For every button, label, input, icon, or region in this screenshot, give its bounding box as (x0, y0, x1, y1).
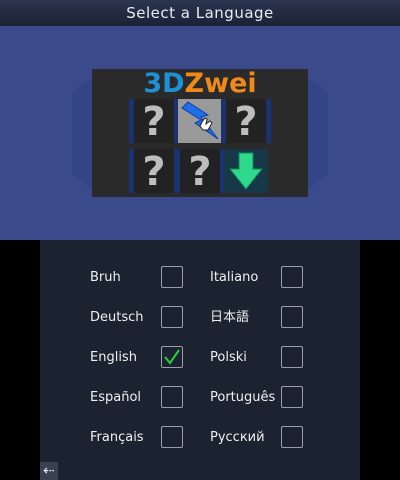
language-label-espanol: Español (90, 390, 142, 405)
language-label-bruh: Bruh (90, 270, 121, 285)
language-label-italiano: Italiano (210, 270, 259, 285)
language-label-portugues: Português (210, 390, 276, 405)
language-checkbox-deutsch[interactable] (161, 306, 183, 328)
download-tile (224, 149, 268, 193)
language-label-francais: Français (90, 430, 144, 445)
language-checkbox-russian[interactable] (281, 426, 303, 448)
back-arrow-icon: ⇠ (43, 463, 55, 479)
language-label-polski: Polski (210, 350, 247, 365)
app-banner: 3DZwei ? ? ? ? (92, 68, 308, 197)
language-checkbox-polski[interactable] (281, 346, 303, 368)
logo-3d-text: 3D (143, 68, 185, 99)
language-checkbox-bruh[interactable] (161, 266, 183, 288)
unknown-tile: ? (129, 99, 179, 145)
language-checkbox-italiano[interactable] (281, 266, 303, 288)
language-label-english: English (90, 350, 137, 365)
language-checkbox-portugues[interactable] (281, 386, 303, 408)
top-screen: Select a Language 3DZwei ? ? ? ? (0, 0, 400, 240)
lightning-icon (181, 101, 219, 140)
page-title: Select a Language (0, 0, 400, 26)
checkmark-icon (164, 349, 180, 365)
language-checkbox-english[interactable] (161, 346, 183, 368)
question-mark-icon: ? (188, 149, 212, 195)
question-mark-icon: ? (234, 99, 258, 145)
language-label-russian: Русский (210, 430, 265, 445)
app-logo: 3DZwei (92, 68, 308, 100)
logo-zwei-text: Zwei (184, 68, 257, 99)
down-arrow-icon (228, 152, 264, 190)
back-button[interactable]: ⇠ (40, 462, 58, 480)
question-mark-icon: ? (142, 99, 166, 145)
lightning-tile (178, 99, 222, 143)
unknown-tile: ? (221, 99, 271, 145)
question-mark-icon: ? (142, 149, 166, 195)
unknown-tile: ? (129, 149, 179, 195)
language-checkbox-espanol[interactable] (161, 386, 183, 408)
language-label-deutsch: Deutsch (90, 310, 144, 325)
language-checkbox-francais[interactable] (161, 426, 183, 448)
language-label-japanese: 日本語 (210, 310, 250, 325)
language-checkbox-japanese[interactable] (281, 306, 303, 328)
bottom-screen: Bruh Deutsch English Español Français It… (40, 240, 360, 480)
unknown-tile: ? (175, 149, 225, 195)
